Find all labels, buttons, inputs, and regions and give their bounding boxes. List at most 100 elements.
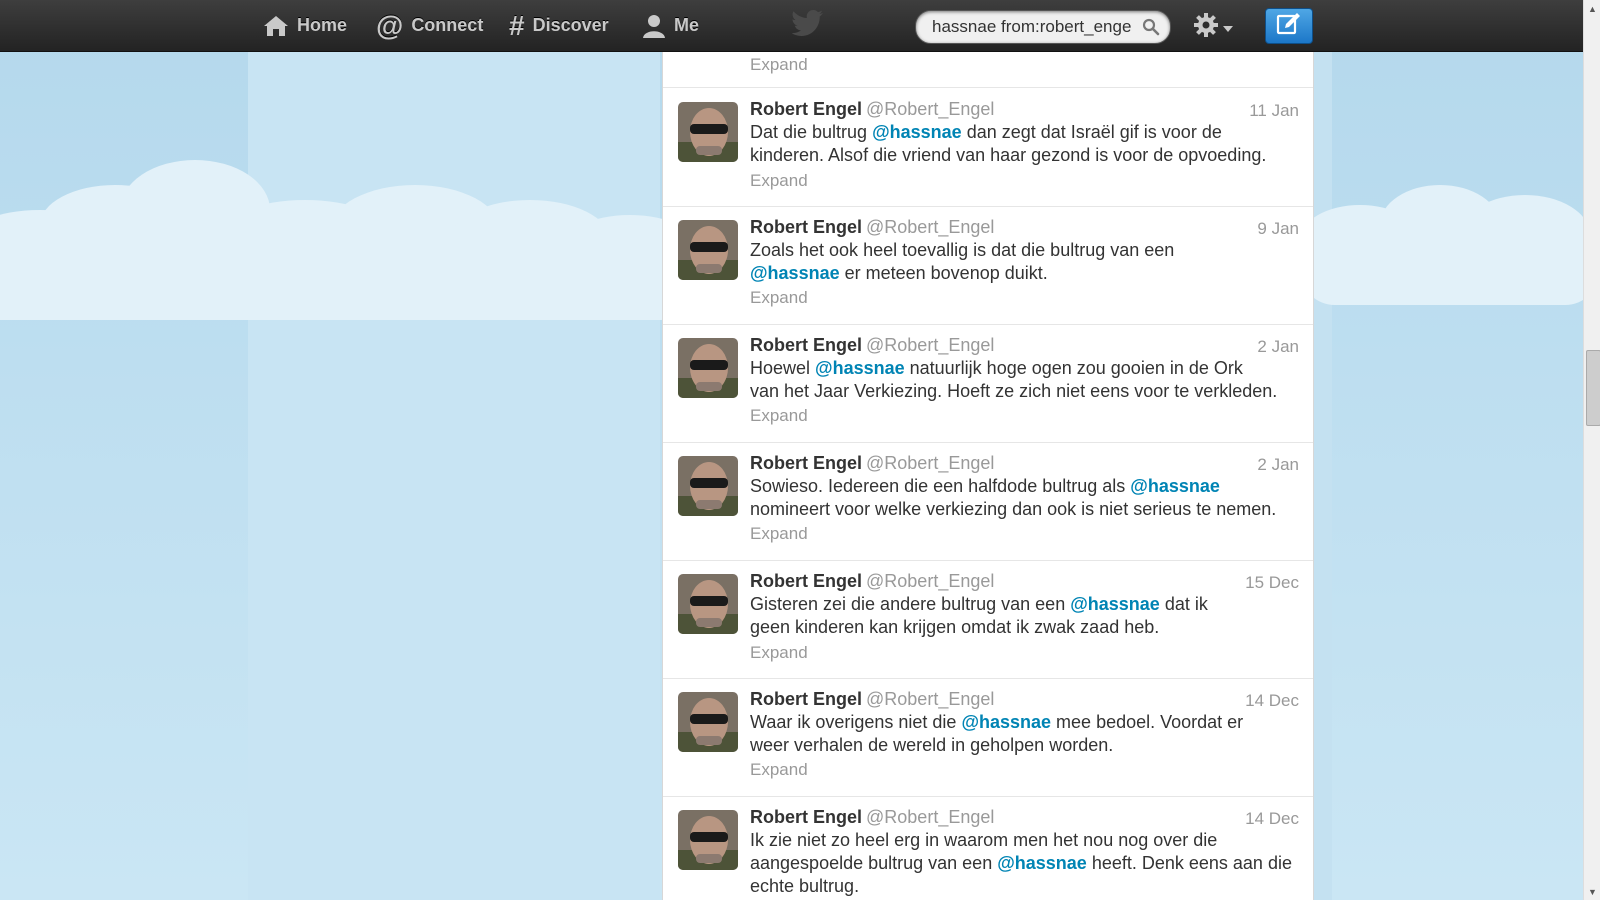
tweet-timestamp[interactable]: 15 Dec <box>1245 573 1299 593</box>
search-input[interactable] <box>916 11 1146 43</box>
nav-connect-label: Connect <box>411 15 484 35</box>
tweet-item[interactable]: Robert Engel @Robert_Engel 15 Dec Gistere… <box>663 560 1313 679</box>
tweet-text-part: Dat die bultrug <box>750 122 873 142</box>
author-handle[interactable]: @Robert_Engel <box>866 807 994 827</box>
author-name[interactable]: Robert Engel <box>750 689 862 709</box>
tweet-text-part: van het Jaar Verkiezing. Hoeft ze zich n… <box>750 381 1278 401</box>
author-handle[interactable]: @Robert_Engel <box>866 453 994 473</box>
author-handle[interactable]: @Robert_Engel <box>866 335 994 355</box>
scroll-down-arrow-icon[interactable]: ▼ <box>1584 883 1600 900</box>
expand-link[interactable]: Expand <box>750 288 808 308</box>
chevron-down-icon <box>1223 19 1233 37</box>
nav-home-label: Home <box>297 15 348 35</box>
tweet-item[interactable]: Robert Engel @Robert_Engel 2 Jan Sowieso.… <box>663 442 1313 561</box>
expand-link[interactable]: Expand <box>750 406 808 426</box>
tweet-text-part: dan zegt dat Israël gif is voor de <box>961 122 1222 142</box>
avatar[interactable] <box>678 574 738 634</box>
tweet-text-part: aangespoelde bultrug van een <box>750 853 998 873</box>
hash-icon: # <box>509 9 525 41</box>
background-strip-right <box>1312 0 1332 900</box>
gear-icon <box>1193 12 1219 43</box>
mention-link[interactable]: @hassnae <box>1130 476 1220 496</box>
tweet-text-part: nomineert voor welke verkiezing dan ook … <box>750 499 1277 519</box>
expand-link[interactable]: Expand <box>750 643 808 663</box>
tweet-text-part: Zoals het ook heel toevallig is dat die … <box>750 240 1175 260</box>
search-box <box>915 10 1171 44</box>
mention-link[interactable]: @hassnae <box>1070 594 1160 614</box>
twitter-bird-icon[interactable] <box>791 10 824 41</box>
author-handle[interactable]: @Robert_Engel <box>866 99 994 119</box>
page-scrollbar[interactable]: ▲ ▼ <box>1583 0 1600 900</box>
expand-link[interactable]: Expand <box>750 524 808 544</box>
author-name[interactable]: Robert Engel <box>750 335 862 355</box>
tweet-text: Ik zie niet zo heel erg in waarom men he… <box>750 829 1298 898</box>
author-name[interactable]: Robert Engel <box>750 807 862 827</box>
mention-link[interactable]: @hassnae <box>750 263 840 283</box>
tweet-text: Dat die bultrug @hassnae dan zegt dat Is… <box>750 121 1298 167</box>
expand-link[interactable]: Expand <box>750 55 808 75</box>
tweet-timeline: Expand Robert Engel @Robert_Engel 11 Jan … <box>662 51 1314 900</box>
expand-link[interactable]: Expand <box>750 171 808 191</box>
author-handle[interactable]: @Robert_Engel <box>866 689 994 709</box>
tweet-text-part: Waar ik overigens niet die <box>750 712 962 732</box>
home-icon <box>263 14 289 38</box>
tweet-text-part: Gisteren zei die andere bultrug van een <box>750 594 1071 614</box>
nav-connect[interactable]: @ Connect <box>376 0 483 51</box>
tweet-text-part: echte bultrug. <box>750 876 860 896</box>
tweet-item[interactable]: Robert Engel @Robert_Engel 11 Jan Dat die… <box>663 88 1313 207</box>
mention-link[interactable]: @hassnae <box>872 122 962 142</box>
tweet-timestamp[interactable]: 2 Jan <box>1257 337 1299 357</box>
tweet-text-part: Ik zie niet zo heel erg in waarom men he… <box>750 830 1218 850</box>
tweet-text-part: natuurlijk hoge ogen zou gooien in de Or… <box>904 358 1243 378</box>
tweet-timestamp[interactable]: 14 Dec <box>1245 691 1299 711</box>
author-handle[interactable]: @Robert_Engel <box>866 571 994 591</box>
tweet-text: Zoals het ook heel toevallig is dat die … <box>750 239 1298 285</box>
tweet-text-part: heeft. Denk eens aan die <box>1086 853 1292 873</box>
author-name[interactable]: Robert Engel <box>750 453 862 473</box>
avatar[interactable] <box>678 692 738 752</box>
tweet-text-part: Hoewel <box>750 358 816 378</box>
tweet-text-part: Sowieso. Iedereen die een halfdode bultr… <box>750 476 1131 496</box>
tweet-timestamp[interactable]: 11 Jan <box>1249 101 1299 121</box>
cloud <box>0 240 700 320</box>
tweet-text-part: weer verhalen de wereld in geholpen word… <box>750 735 1114 755</box>
tweet-timestamp[interactable]: 2 Jan <box>1257 455 1299 475</box>
avatar[interactable] <box>678 810 738 870</box>
tweet-text-part: mee bedoel. Voordat er <box>1051 712 1244 732</box>
author-name[interactable]: Robert Engel <box>750 217 862 237</box>
person-icon <box>642 14 666 38</box>
scrollbar-thumb[interactable] <box>1586 350 1600 426</box>
tweet-text: Gisteren zei die andere bultrug van een … <box>750 593 1298 639</box>
nav-home[interactable]: Home <box>263 0 347 51</box>
mention-link[interactable]: @hassnae <box>997 853 1087 873</box>
avatar[interactable] <box>678 220 738 280</box>
mention-link[interactable]: @hassnae <box>961 712 1051 732</box>
nav-me[interactable]: Me <box>642 0 699 51</box>
compose-tweet-button[interactable] <box>1265 8 1313 44</box>
settings-menu[interactable] <box>1193 12 1233 43</box>
author-handle[interactable]: @Robert_Engel <box>866 217 994 237</box>
tweet-item[interactable]: Robert Engel @Robert_Engel 9 Jan Zoals he… <box>663 206 1313 325</box>
magnifier-icon[interactable] <box>1142 18 1160 41</box>
tweet-item[interactable]: Robert Engel @Robert_Engel 14 Dec Waar ik… <box>663 678 1313 797</box>
author-name[interactable]: Robert Engel <box>750 99 862 119</box>
mention-link[interactable]: @hassnae <box>815 358 905 378</box>
cloud <box>1300 235 1583 305</box>
scroll-up-arrow-icon[interactable]: ▲ <box>1584 0 1600 17</box>
avatar[interactable] <box>678 102 738 162</box>
top-navigation-bar: Home @ Connect # Discover Me <box>0 0 1583 52</box>
avatar[interactable] <box>678 456 738 516</box>
tweet-text: Hoewel @hassnae natuurlijk hoge ogen zou… <box>750 357 1298 403</box>
author-name[interactable]: Robert Engel <box>750 571 862 591</box>
tweet-text-part: er meteen bovenop duikt. <box>839 263 1048 283</box>
tweet-timestamp[interactable]: 9 Jan <box>1257 219 1299 239</box>
tweet-text-part: kinderen. Alsof die vriend van haar gezo… <box>750 145 1267 165</box>
tweet-item[interactable]: Robert Engel @Robert_Engel 14 Dec Ik zie … <box>663 796 1313 900</box>
tweet-item[interactable]: Robert Engel @Robert_Engel 2 Jan Hoewel @… <box>663 324 1313 443</box>
background-strip <box>248 0 660 900</box>
expand-link[interactable]: Expand <box>750 760 808 780</box>
tweet-timestamp[interactable]: 14 Dec <box>1245 809 1299 829</box>
avatar[interactable] <box>678 338 738 398</box>
nav-discover[interactable]: # Discover <box>509 0 609 51</box>
tweet-text: Waar ik overigens niet die @hassnae mee … <box>750 711 1298 757</box>
